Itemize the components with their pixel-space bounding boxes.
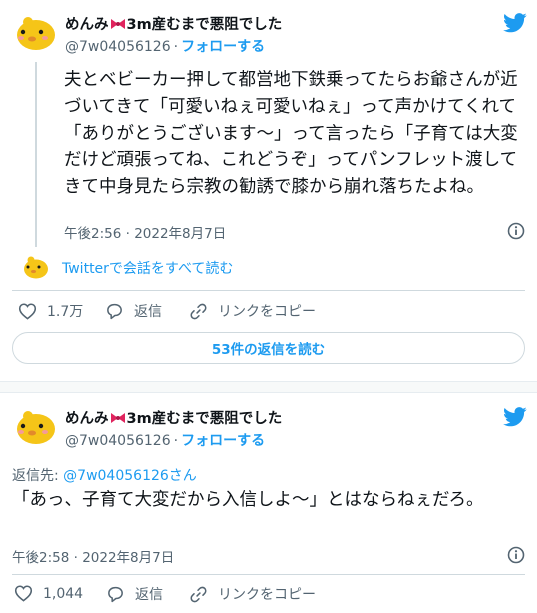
- handle-row: @7w04056126 · フォローする: [65, 36, 265, 56]
- copy-link-button[interactable]: リンクをコピー: [189, 301, 316, 321]
- like-button[interactable]: 1,044: [14, 584, 83, 603]
- avatar-chick-icon[interactable]: [14, 407, 58, 447]
- heart-icon: [18, 303, 37, 320]
- like-count: 1,044: [43, 585, 84, 602]
- display-name[interactable]: めんみ 3m産むまで悪阻でした: [65, 13, 282, 34]
- link-icon: [190, 586, 207, 602]
- reply-label: 返信: [135, 587, 163, 603]
- handle-row: @7w04056126 · フォローする: [65, 430, 265, 450]
- bow-icon: [110, 18, 125, 29]
- display-name[interactable]: めんみ 3m産むまで悪阻でした: [65, 407, 282, 428]
- follow-button[interactable]: フォローする: [181, 433, 265, 449]
- copy-link-label: リンクをコピー: [218, 304, 316, 320]
- info-icon[interactable]: [507, 546, 525, 564]
- tweet-card-1: めんみ 3m産むまで悪阻でした @7w04056126 · フォローする 夫とベビー…: [0, 0, 537, 381]
- heart-icon: [14, 585, 33, 602]
- tweet-actions: 1,044 返信 リンクをコピー: [0, 584, 537, 608]
- tweet-body-text: 「あっ、子育て大変だから入信しよ〜」とはならねぇだろ。: [12, 490, 484, 510]
- twitter-bird-icon[interactable]: [503, 13, 527, 33]
- reply-bubble-icon: [107, 303, 122, 319]
- reply-label: 返信: [134, 304, 162, 320]
- reply-to-line: 返信先: @7w04056126さん: [12, 465, 197, 485]
- read-replies-button[interactable]: 53件の返信を読む: [12, 332, 525, 364]
- like-button[interactable]: 1.7万: [18, 301, 83, 321]
- display-name-text: めんみ: [65, 17, 109, 33]
- separator-dot: ·: [173, 39, 179, 55]
- display-name-suffix: 3m産むまで悪阻でした: [126, 17, 283, 33]
- copy-link-button[interactable]: リンクをコピー: [189, 584, 316, 604]
- user-handle[interactable]: @7w04056126: [65, 39, 171, 55]
- link-icon: [190, 303, 207, 319]
- avatar-chick-icon: [24, 256, 48, 279]
- avatar-chick-icon[interactable]: [14, 13, 58, 53]
- user-handle[interactable]: @7w04056126: [65, 433, 171, 449]
- copy-link-label: リンクをコピー: [218, 587, 316, 603]
- tweet-timestamp[interactable]: 午後2:56 · 2022年8月7日: [64, 222, 226, 242]
- tweet-timestamp[interactable]: 午後2:58 · 2022年8月7日: [12, 546, 174, 566]
- card-separator: [0, 381, 537, 393]
- reply-button[interactable]: 返信: [106, 584, 163, 604]
- bow-icon: [110, 412, 125, 423]
- info-icon[interactable]: [507, 222, 525, 240]
- reply-to-mention[interactable]: @7w04056126さん: [63, 468, 197, 484]
- display-name-text: めんみ: [65, 411, 109, 427]
- separator-dot: ·: [173, 433, 179, 449]
- thread-connector-line: [35, 62, 37, 247]
- reply-button[interactable]: 返信: [105, 301, 162, 321]
- reply-to-prefix: 返信先:: [12, 468, 64, 484]
- twitter-bird-icon[interactable]: [503, 407, 527, 427]
- reply-bubble-icon: [108, 586, 123, 602]
- follow-button[interactable]: フォローする: [181, 39, 265, 55]
- like-count: 1.7万: [47, 304, 84, 320]
- display-name-suffix: 3m産むまで悪阻でした: [126, 411, 283, 427]
- read-conversation-link[interactable]: Twitterで会話をすべて読む: [62, 258, 233, 278]
- divider: [12, 574, 525, 575]
- divider: [12, 290, 525, 291]
- tweet-body-text: 夫とベビーカー押して都営地下鉄乗ってたらお爺さんが近づいてきて「可愛いねぇ可愛い…: [64, 70, 518, 198]
- tweet-actions: 1.7万 返信 リンクをコピー: [0, 301, 537, 325]
